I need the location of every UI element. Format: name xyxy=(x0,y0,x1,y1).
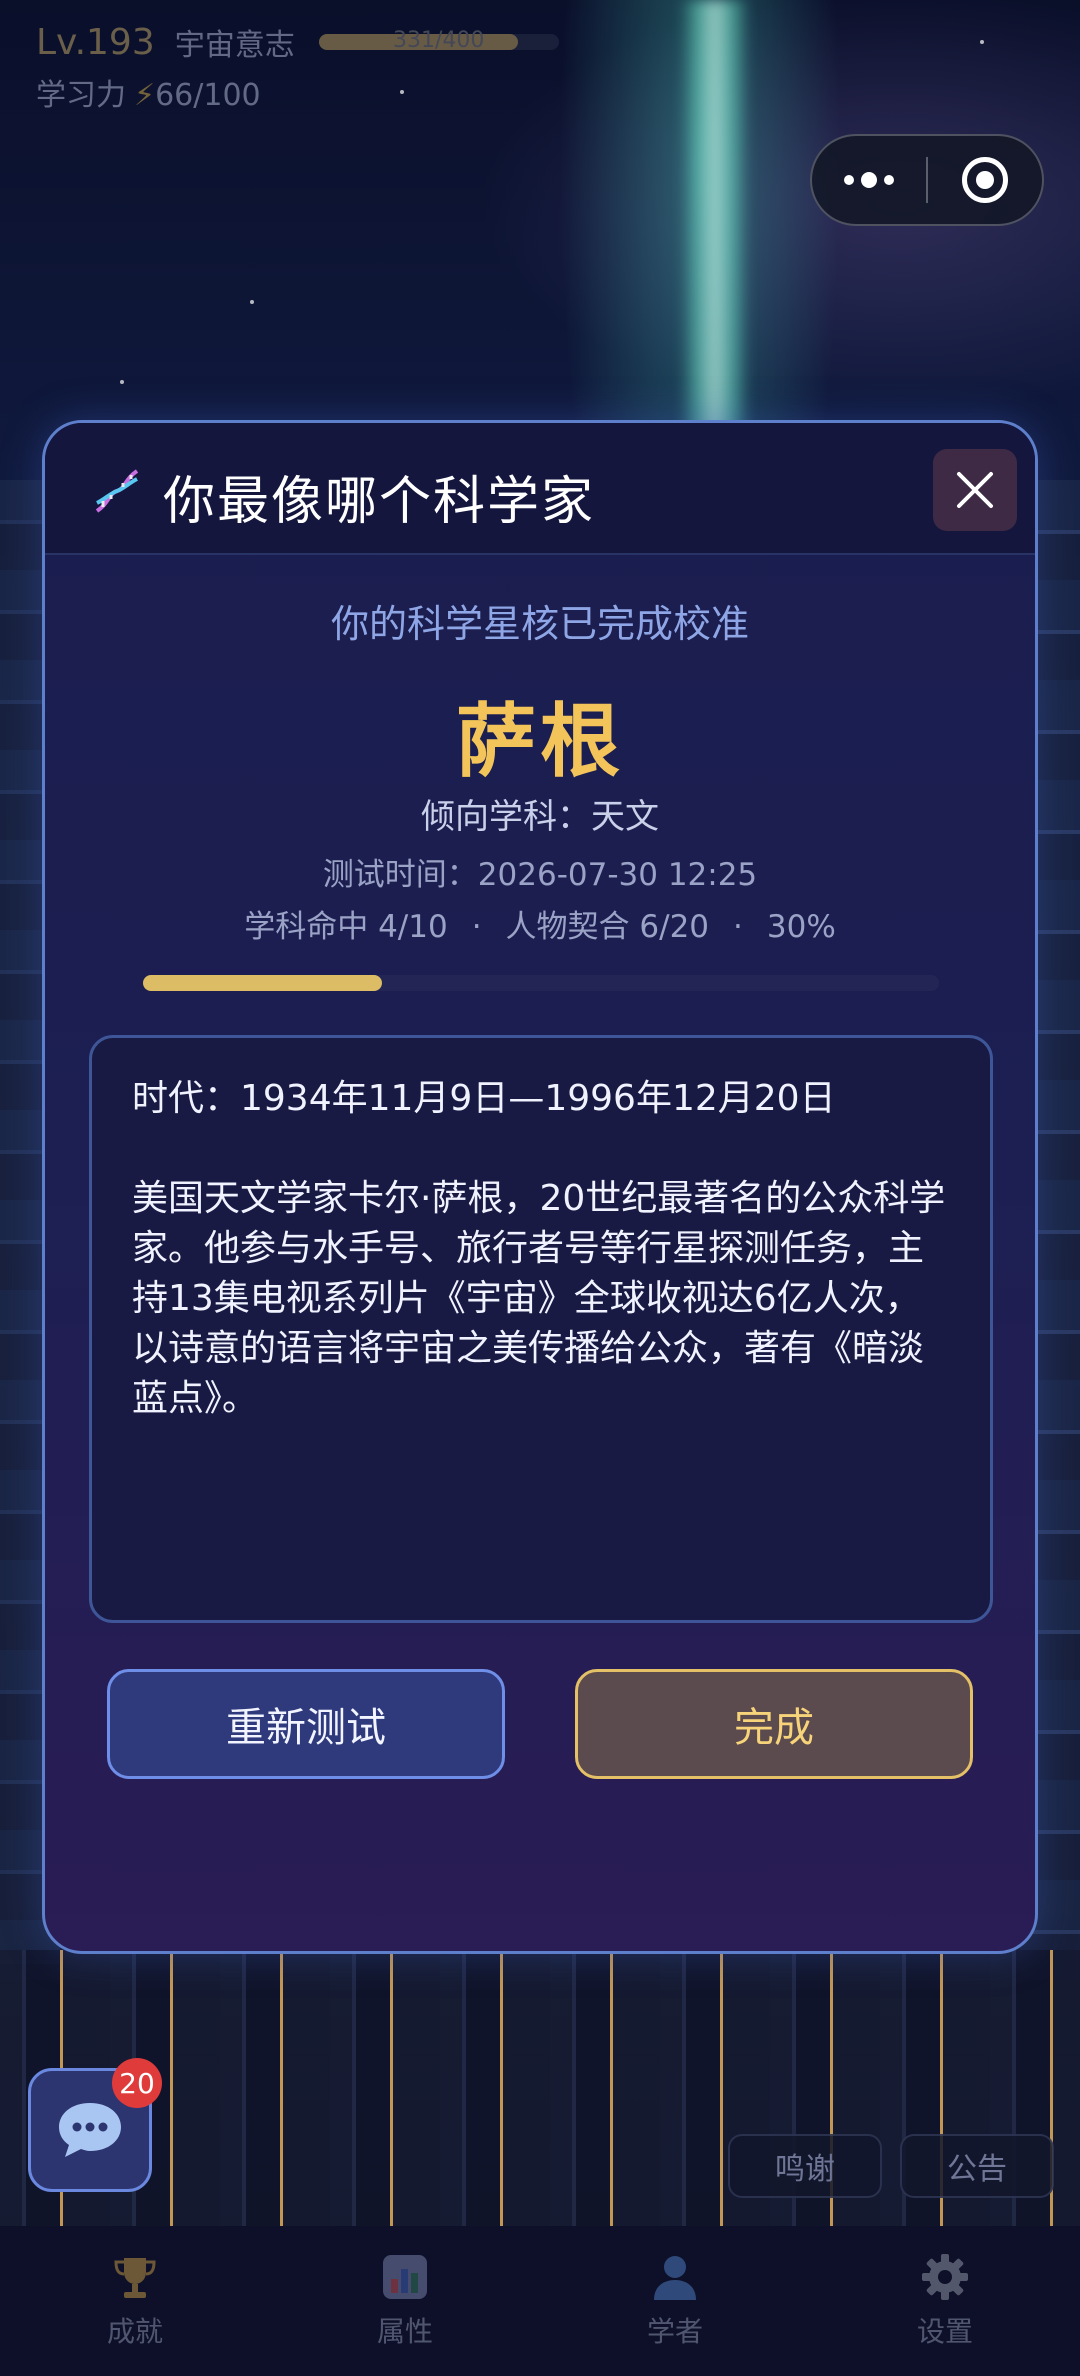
nav-item-scholars[interactable]: 学者 xyxy=(540,2226,810,2376)
xp-bar: 331/400 xyxy=(318,28,559,53)
stat-person-fit: 人物契合 6/20 xyxy=(505,909,710,945)
dna-icon xyxy=(95,469,139,513)
nav-label: 成就 xyxy=(106,2315,163,2348)
stat-percent: 30% xyxy=(766,909,836,945)
background-star xyxy=(980,40,984,44)
more-button[interactable] xyxy=(812,136,926,224)
scientist-description-card: 时代：1934年11月9日—1996年12月20日 美国天文学家卡尔·萨根，20… xyxy=(89,1035,993,1623)
xp-text: 331/400 xyxy=(393,28,485,53)
modal-subtitle: 你的科学星核已完成校准 xyxy=(330,602,749,646)
close-icon xyxy=(957,472,993,508)
nav-item-attributes[interactable]: 属性 xyxy=(270,2226,540,2376)
result-subject: 倾向学科：天文 xyxy=(421,797,659,837)
energy-row: 学习力 ⚡66/100 xyxy=(36,70,559,114)
notice-button[interactable]: 公告 xyxy=(900,2134,1054,2198)
mini-program-capsule xyxy=(810,134,1044,226)
exit-button[interactable] xyxy=(928,136,1042,224)
result-test-time: 测试时间：2026-07-30 12:25 xyxy=(322,857,758,893)
stat-separator: · xyxy=(471,909,482,945)
person-icon xyxy=(648,2250,702,2304)
stat-separator: · xyxy=(733,909,743,945)
player-title: 宇宙意志 xyxy=(174,28,295,63)
chat-bubble-icon xyxy=(59,2103,121,2157)
match-progress-fill xyxy=(143,975,382,991)
result-stats: 学科命中 4/10 · 人物契合 6/20 · 30% xyxy=(45,901,1035,946)
player-level: Lv.193 xyxy=(36,21,155,63)
modal-title: 你最像哪个科学家 xyxy=(163,472,596,532)
bar-chart-icon xyxy=(378,2250,432,2304)
result-scientist-name: 萨根 xyxy=(456,695,624,788)
chat-unread-badge: 20 xyxy=(112,2058,162,2108)
trophy-icon xyxy=(108,2250,162,2304)
nav-label: 设置 xyxy=(916,2315,973,2348)
nav-label: 属性 xyxy=(376,2315,433,2348)
retry-button[interactable]: 重新测试 xyxy=(107,1669,505,1779)
done-button[interactable]: 完成 xyxy=(575,1669,973,1779)
stat-subject-hit: 学科命中 4/10 xyxy=(244,909,448,945)
more-dots-icon xyxy=(844,172,894,188)
scientist-era: 时代：1934年11月9日—1996年12月20日 xyxy=(132,1078,836,1119)
thanks-button[interactable]: 鸣谢 xyxy=(728,2134,882,2198)
modal-header: 你最像哪个科学家 xyxy=(45,423,1035,555)
scientist-description: 美国天文学家卡尔·萨根，20世纪最著名的公众科学家。他参与水手号、旅行者号等行星… xyxy=(132,1178,946,1419)
nav-label: 学者 xyxy=(646,2315,703,2348)
result-modal: 你最像哪个科学家 你的科学星核已完成校准 萨根 倾向学科：天文 测试时间：202… xyxy=(42,420,1038,1954)
background-light-beam xyxy=(680,0,750,460)
nav-item-settings[interactable]: 设置 xyxy=(810,2226,1080,2376)
close-button[interactable] xyxy=(933,449,1017,531)
bottom-nav: 成就 属性 学者 设置 xyxy=(0,2226,1080,2376)
energy-value: 66/100 xyxy=(155,78,261,113)
lightning-icon: ⚡ xyxy=(134,78,156,113)
target-circle-icon xyxy=(961,157,1008,203)
energy-label: 学习力 xyxy=(36,78,126,113)
background-star xyxy=(120,380,124,384)
nav-item-achievements[interactable]: 成就 xyxy=(0,2226,270,2376)
gear-icon xyxy=(918,2250,972,2304)
player-hud: Lv.193 宇宙意志 331/400 学习力 ⚡66/100 xyxy=(36,20,559,114)
match-progress-bar xyxy=(143,975,939,991)
background-star xyxy=(250,300,254,304)
